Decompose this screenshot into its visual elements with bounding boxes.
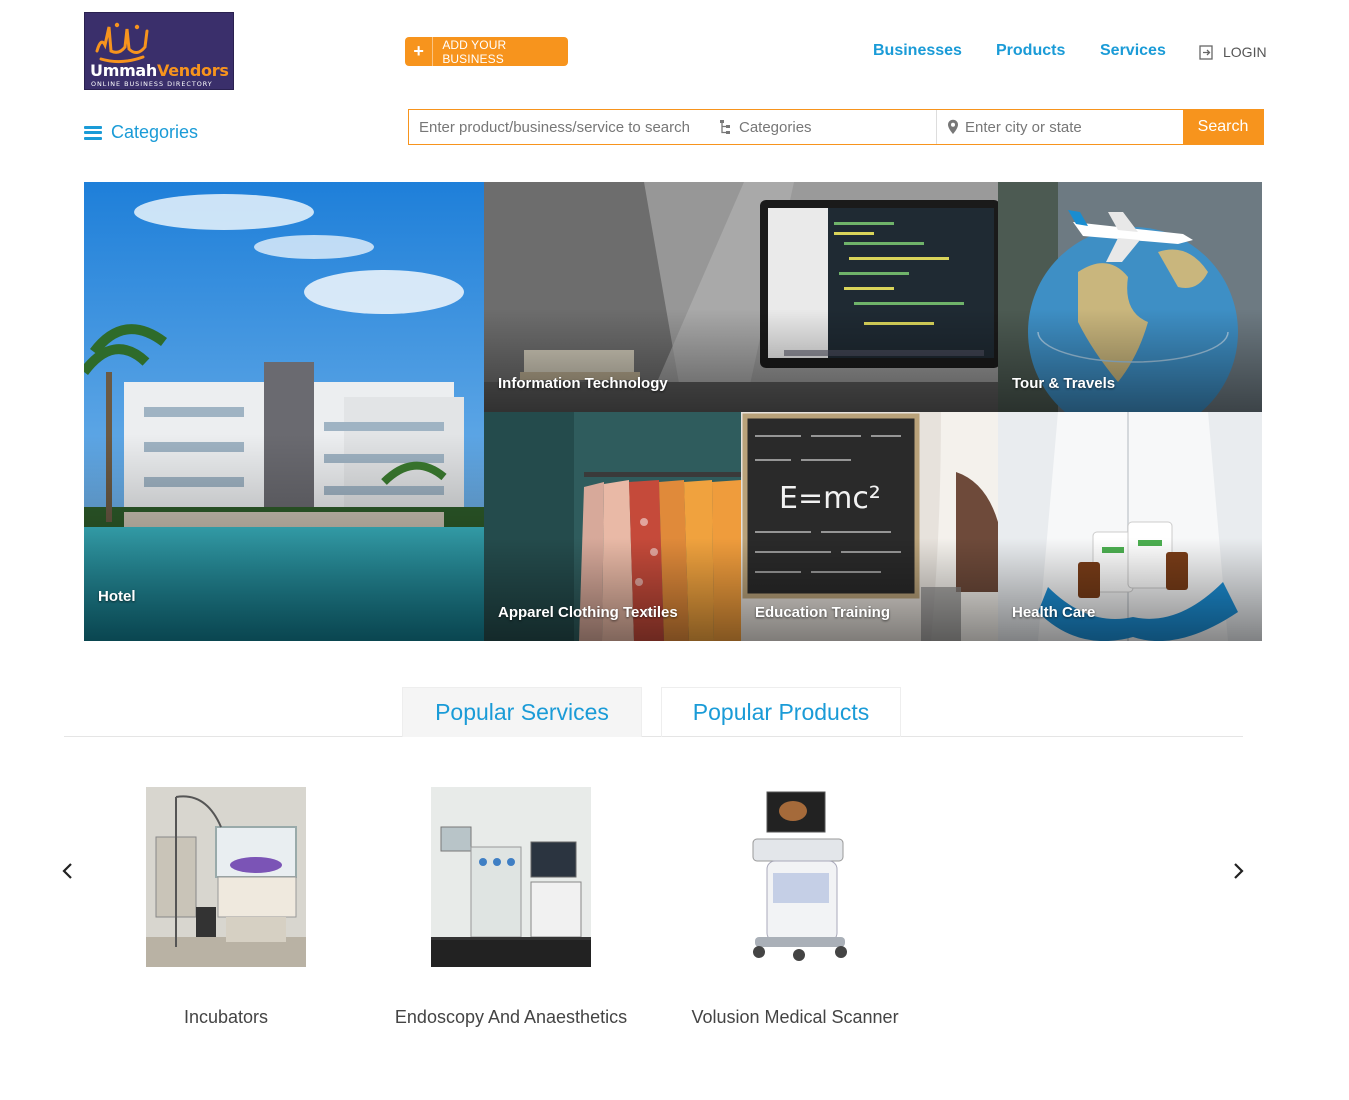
login-icon <box>1199 44 1213 60</box>
add-business-button[interactable]: + ADD YOUR BUSINESS <box>405 37 568 66</box>
category-input[interactable] <box>733 118 923 136</box>
plus-icon: + <box>405 37 434 66</box>
search-bar: Search <box>408 109 1264 145</box>
carousel-item-endoscopy-and-anaesthetics[interactable]: Endoscopy And Anaesthetics <box>395 787 627 1027</box>
hamburger-icon <box>84 125 102 140</box>
endoscopy-image <box>431 787 591 967</box>
category-label: Education Training <box>755 604 891 621</box>
location-input[interactable] <box>959 118 1169 136</box>
category-label: Health Care <box>1012 604 1096 621</box>
category-label: Tour & Travels <box>1012 375 1116 392</box>
ultrasound-scanner-image <box>715 787 875 967</box>
category-label: Hotel <box>98 588 136 605</box>
svg-text:E=mc²: E=mc² <box>779 481 881 516</box>
nav-businesses[interactable]: Businesses <box>873 42 962 60</box>
login-label: LOGIN <box>1223 44 1267 60</box>
carousel-prev-chevron-icon[interactable] <box>57 860 79 882</box>
tab-popular-services[interactable]: Popular Services <box>402 687 642 737</box>
category-tree-icon <box>720 120 730 134</box>
category-tile-education-training[interactable]: E=mc² Education Training <box>741 412 998 641</box>
category-select[interactable] <box>709 110 937 144</box>
carousel-item-name: Endoscopy And Anaesthetics <box>394 1007 628 1027</box>
carousel-next-chevron-icon[interactable] <box>1227 860 1249 882</box>
logo-tagline: ONLINE BUSINESS DIRECTORY <box>91 80 213 88</box>
logo-wordmark: UmmahVendors <box>90 61 229 80</box>
category-tile-tour-travels[interactable]: Tour & Travels <box>998 182 1262 412</box>
category-tile-apparel-clothing-textiles[interactable]: Apparel Clothing Textiles <box>484 412 741 641</box>
search-query-input[interactable] <box>409 110 709 144</box>
category-label: Apparel Clothing Textiles <box>498 604 678 621</box>
category-label: Information Technology <box>498 375 668 392</box>
add-business-label: ADD YOUR BUSINESS <box>442 37 507 66</box>
nav-products[interactable]: Products <box>996 42 1065 60</box>
category-tile-information-technology[interactable]: Information Technology <box>484 182 998 412</box>
carousel-item-name: Incubators <box>183 1007 269 1027</box>
categories-menu-toggle[interactable]: Categories <box>84 122 198 143</box>
carousel-item-incubators[interactable]: Incubators <box>146 787 306 1027</box>
search-button[interactable]: Search <box>1183 110 1263 144</box>
category-tile-hotel[interactable]: Hotel <box>84 182 484 641</box>
calligraphy-logo-mark <box>95 22 149 64</box>
site-logo[interactable]: UmmahVendors ONLINE BUSINESS DIRECTORY <box>84 12 234 90</box>
carousel-item-name: Volusion Medical Scanner <box>691 1007 899 1027</box>
carousel-item-volusion-medical-scanner[interactable]: Volusion Medical Scanner <box>691 787 899 1027</box>
location-pin-icon <box>948 119 958 134</box>
nav-services[interactable]: Services <box>1100 42 1166 60</box>
incubators-image <box>146 787 306 967</box>
tabs-divider <box>64 736 1243 737</box>
categories-toggle-label: Categories <box>111 122 199 142</box>
login-link[interactable]: LOGIN <box>1199 44 1267 60</box>
category-grid: Hotel Information Technology Tour & Trav… <box>84 182 1262 641</box>
location-field[interactable] <box>937 110 1183 144</box>
tab-popular-products[interactable]: Popular Products <box>661 687 901 737</box>
category-tile-health-care[interactable]: Health Care <box>998 412 1262 641</box>
